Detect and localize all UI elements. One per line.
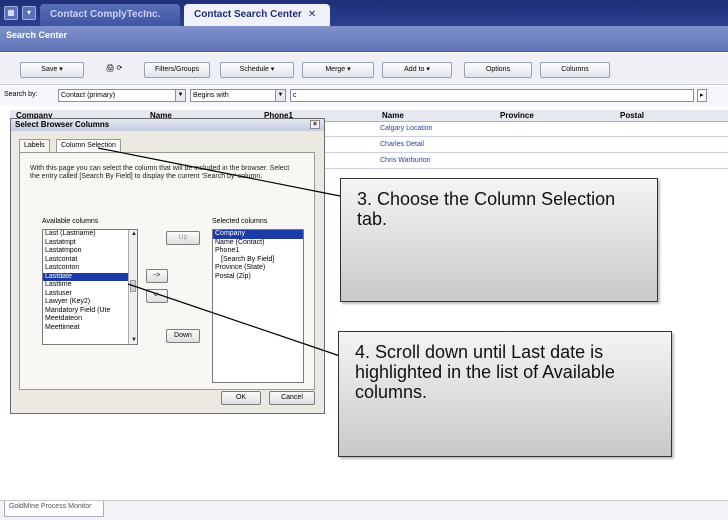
merge-button[interactable]: Merge ▾ [302, 62, 374, 78]
dialog-title-bar: Select Browser Columns × [11, 119, 324, 131]
filters-groups-button[interactable]: Filters/Groups [144, 62, 210, 78]
section-header: Search Center [0, 26, 728, 52]
chevron-down-icon: ▼ [275, 90, 285, 101]
list-item[interactable]: [Search By Field] [213, 256, 303, 265]
schedule-label: Schedule [239, 66, 269, 73]
filters-label: Filters/Groups [155, 66, 199, 73]
list-item[interactable]: Lastatmpt [43, 239, 137, 248]
selected-columns-list[interactable]: Company Name (Contact) Phone1 [Search By… [212, 229, 304, 383]
row-name[interactable]: Calgary Location [380, 125, 433, 132]
add-column-button[interactable]: -> [146, 269, 168, 283]
select-browser-columns-dialog: Select Browser Columns × Labels Column S… [10, 118, 325, 414]
available-columns-list[interactable]: Last (Lastname) Lastatmpt Lastatmpon Las… [42, 229, 138, 345]
section-title: Search Center [6, 30, 68, 40]
row-name[interactable]: Chris Warburton [380, 157, 431, 164]
step4-text: 4. Scroll down until Last date is highli… [355, 342, 615, 402]
tab-contact-complytec[interactable]: Contact ComplyTecInc. [40, 4, 180, 26]
tab-column-selection[interactable]: Column Selection [56, 139, 121, 152]
column-selection-panel: With this page you can select the column… [19, 152, 315, 390]
tab-labels[interactable]: Labels [19, 139, 50, 152]
tab-label: Contact Search Center [194, 9, 302, 20]
process-monitor-tab[interactable]: GoldMine Process Monitor [4, 501, 104, 517]
toolbar: Save ▾ 🖨 ⟳ Filters/Groups Schedule ▾ Mer… [0, 53, 728, 85]
move-up-button[interactable]: Up [166, 231, 200, 245]
move-down-button[interactable]: Down [166, 329, 200, 343]
list-item[interactable]: Lastatmpon [43, 247, 137, 256]
search-mode-select[interactable]: Begins with ▼ [190, 89, 286, 102]
search-mode-value: Begins with [193, 92, 229, 99]
scroll-up-icon[interactable]: ▲ [129, 230, 137, 238]
search-by-label: Search by: [4, 91, 38, 98]
tab-bar: ▦ ▾ Contact ComplyTecInc. Contact Search… [0, 0, 728, 26]
up-label: Up [178, 234, 188, 241]
status-bar: GoldMine Process Monitor [0, 500, 728, 520]
process-monitor-label: GoldMine Process Monitor [9, 503, 92, 510]
row-name[interactable]: Charles Detail [380, 141, 424, 148]
tab-label: Contact ComplyTecInc. [50, 9, 161, 20]
cancel-label: Cancel [281, 394, 303, 401]
options-label: Options [485, 66, 511, 73]
list-item[interactable]: Meetdateon [43, 315, 137, 324]
close-tab-icon[interactable]: ✕ [308, 9, 316, 20]
tab-labels-label: Labels [24, 142, 45, 149]
addto-label: Add to [404, 66, 425, 73]
step4-callout: 4. Scroll down until Last date is highli… [338, 331, 672, 457]
options-button[interactable]: Options [464, 62, 532, 78]
tab-contact-search-center[interactable]: Contact Search Center ✕ [184, 4, 330, 26]
available-columns-label: Available columns [42, 218, 99, 225]
search-value: c [293, 92, 297, 99]
dialog-description: With this page you can select the column… [30, 165, 290, 180]
col-header-postal[interactable]: Postal [620, 111, 644, 120]
ok-button[interactable]: OK [221, 391, 261, 405]
step3-text: 3. Choose the Column Selection tab. [357, 189, 616, 229]
col-header-name2[interactable]: Name [382, 111, 404, 120]
list-item[interactable]: Province (State) [213, 264, 303, 273]
down-label: Down [174, 332, 192, 339]
remove-label: <- [153, 292, 161, 299]
list-item[interactable]: Mandatory Field (Ute [43, 307, 137, 316]
scroll-thumb[interactable] [130, 280, 136, 292]
list-item[interactable]: Lawyer (Key2) [43, 298, 137, 307]
list-item-selected[interactable]: Company [213, 230, 303, 239]
list-item[interactable]: Postal (Zip) [213, 273, 303, 282]
search-go-button[interactable]: ▸ [697, 89, 707, 102]
col-header-province[interactable]: Province [500, 111, 534, 120]
save-label: Save [41, 66, 58, 73]
ok-label: OK [235, 394, 247, 401]
list-item[interactable]: Lastcontat [43, 256, 137, 265]
grid-menu-icon[interactable]: ▦ [4, 6, 18, 20]
step3-callout: 3. Choose the Column Selection tab. [340, 178, 658, 302]
search-field-value: Contact (primary) [61, 92, 116, 99]
cancel-button[interactable]: Cancel [269, 391, 315, 405]
list-item[interactable]: Last (Lastname) [43, 230, 137, 239]
merge-label: Merge [325, 66, 346, 73]
list-item[interactable]: Phone1 [213, 247, 303, 256]
close-icon[interactable]: × [310, 120, 320, 129]
list-scrollbar[interactable]: ▲ ▼ [128, 230, 137, 344]
schedule-button[interactable]: Schedule ▾ [220, 62, 294, 78]
dialog-title: Select Browser Columns [15, 120, 110, 129]
scroll-down-icon[interactable]: ▼ [129, 336, 137, 344]
list-item[interactable]: Lasttime [43, 281, 137, 290]
columns-label: Columns [561, 66, 589, 73]
dropdown-menu-icon[interactable]: ▾ [22, 6, 36, 20]
columns-button[interactable]: Columns [540, 62, 610, 78]
search-row: Search by: Contact (primary) ▼ Begins wit… [0, 86, 728, 106]
selected-columns-label: Selected columns [212, 218, 268, 225]
list-item[interactable]: Meettimeat [43, 324, 137, 333]
save-button[interactable]: Save ▾ [20, 62, 84, 78]
chevron-down-icon: ▼ [175, 90, 185, 101]
print-icon[interactable]: 🖨 ⟳ [94, 62, 134, 78]
list-item[interactable]: Name (Contact) [213, 239, 303, 248]
tab-column-label: Column Selection [61, 142, 116, 149]
add-label: -> [153, 272, 161, 279]
remove-column-button[interactable]: <- [146, 289, 168, 303]
list-item[interactable]: Lastuser [43, 290, 137, 299]
list-item-selected[interactable]: Lastdate [43, 272, 137, 281]
add-to-button[interactable]: Add to ▾ [382, 62, 452, 78]
list-item[interactable]: Lastconton [43, 264, 137, 273]
search-field-select[interactable]: Contact (primary) ▼ [58, 89, 186, 102]
search-input[interactable]: c [290, 89, 694, 102]
